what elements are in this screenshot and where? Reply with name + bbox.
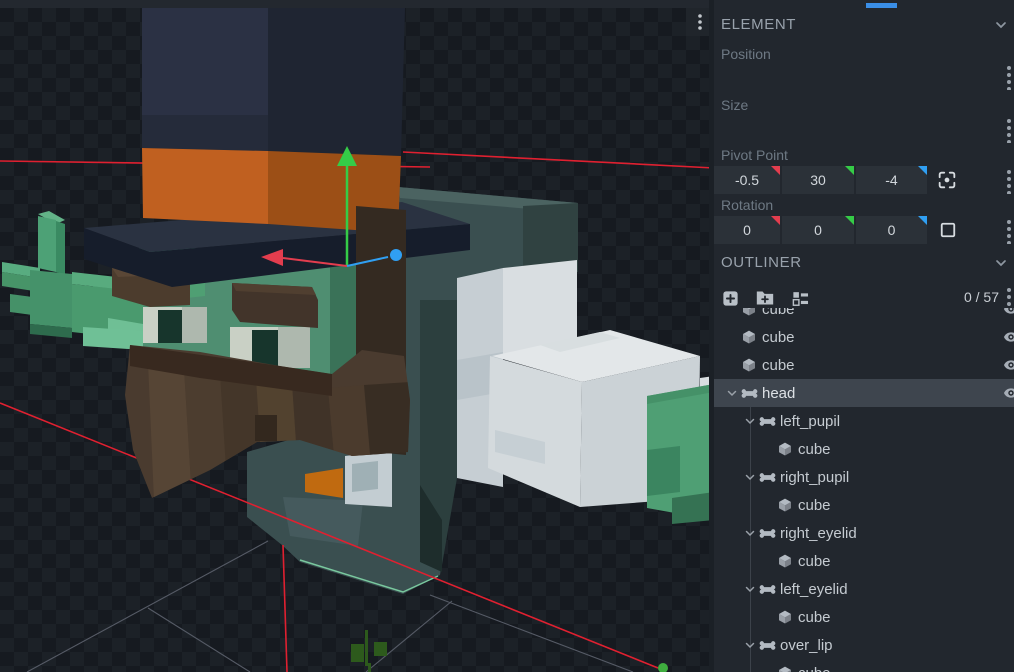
- chevron-down-icon[interactable]: [993, 17, 1009, 33]
- add-cube-icon: [721, 289, 740, 308]
- outliner-row-label: cube: [798, 441, 831, 458]
- cube-icon: [740, 308, 758, 318]
- pivot-point-label: Pivot Point: [721, 147, 788, 163]
- cube-icon: [776, 608, 794, 626]
- chevron-down-icon[interactable]: [742, 581, 758, 597]
- outliner-section-title: OUTLINER: [721, 254, 802, 271]
- visibility-eye-icon[interactable]: [1003, 308, 1014, 317]
- outliner-tree: cube cube: [714, 308, 1014, 672]
- outliner-row-label: over_lip: [780, 637, 833, 654]
- size-slider-handle[interactable]: [1005, 117, 1013, 143]
- center-pivot-button[interactable]: [934, 167, 960, 193]
- outliner-row-label: cube: [762, 329, 795, 346]
- outliner-row-cube-0[interactable]: cube: [714, 308, 1014, 323]
- bone-icon: [758, 412, 776, 430]
- pivot-x-field[interactable]: -0.5: [714, 166, 780, 194]
- position-slider-handle[interactable]: [1005, 64, 1013, 90]
- rotation-mode-button[interactable]: [935, 217, 961, 243]
- cube-icon: [740, 356, 758, 374]
- outliner-section-header[interactable]: OUTLINER: [714, 252, 1014, 276]
- chevron-down-icon[interactable]: [993, 255, 1009, 271]
- position-label: Position: [721, 46, 771, 62]
- app-window: ELEMENT Position Size Pivot Point -0.5 3…: [0, 0, 1014, 672]
- viewport-scene: [0, 0, 714, 672]
- pivot-y-field[interactable]: 30: [782, 166, 854, 194]
- model-top-hat: [84, 8, 470, 287]
- outliner-row-label: left_eyelid: [780, 581, 848, 598]
- visibility-eye-icon[interactable]: [1003, 329, 1014, 345]
- add-group-button[interactable]: [753, 286, 777, 310]
- rotation-label: Rotation: [721, 197, 773, 213]
- right-sidebar: ELEMENT Position Size Pivot Point -0.5 3…: [714, 0, 1014, 672]
- frustum-corner-marker: [351, 630, 668, 672]
- gizmo-z-axis-handle[interactable]: [390, 249, 402, 261]
- bone-icon: [740, 384, 758, 402]
- outliner-row-cube-5[interactable]: cube: [714, 435, 1014, 463]
- add-cube-button[interactable]: [718, 286, 742, 310]
- viewport-top-strip: [0, 0, 714, 8]
- square-outline-icon: [938, 220, 958, 240]
- pivot-point-row: -0.5 30 -4: [714, 166, 1014, 194]
- cube-icon: [776, 664, 794, 672]
- kebab-menu-icon: [693, 12, 707, 32]
- outliner-row-left_pupil-4[interactable]: left_pupil: [714, 407, 1014, 435]
- cube-icon: [776, 496, 794, 514]
- outliner-row-label: cube: [798, 497, 831, 514]
- outliner-row-label: right_pupil: [780, 469, 849, 486]
- rotation-y-field[interactable]: 0: [782, 216, 854, 244]
- cube-icon: [776, 552, 794, 570]
- rotation-x-field[interactable]: 0: [714, 216, 780, 244]
- element-section-header[interactable]: ELEMENT: [714, 14, 1014, 38]
- outliner-row-cube-7[interactable]: cube: [714, 491, 1014, 519]
- outliner-row-cube-9[interactable]: cube: [714, 547, 1014, 575]
- outliner-row-left_eyelid-10[interactable]: left_eyelid: [714, 575, 1014, 603]
- pivot-slider-handle[interactable]: [1005, 168, 1013, 194]
- outliner-row-head-3[interactable]: head: [714, 379, 1014, 407]
- outliner-row-cube-13[interactable]: cube: [714, 659, 1014, 672]
- sidebar-tab-indicator[interactable]: [866, 3, 897, 8]
- outliner-handle[interactable]: [1005, 286, 1013, 308]
- outliner-row-label: head: [762, 385, 795, 402]
- visibility-eye-icon[interactable]: [1003, 357, 1014, 373]
- pivot-z-field[interactable]: -4: [856, 166, 927, 194]
- outliner-row-right_pupil-6[interactable]: right_pupil: [714, 463, 1014, 491]
- chevron-down-icon[interactable]: [724, 385, 740, 401]
- viewport-3d[interactable]: [0, 0, 714, 672]
- outliner-row-over_lip-12[interactable]: over_lip: [714, 631, 1014, 659]
- selection-counter: 0 / 57: [964, 289, 999, 305]
- outliner-row-cube-11[interactable]: cube: [714, 603, 1014, 631]
- visibility-eye-icon[interactable]: [1003, 385, 1014, 401]
- focus-crosshair-icon: [936, 169, 958, 191]
- size-label: Size: [721, 97, 748, 113]
- outliner-row-label: cube: [762, 308, 795, 318]
- outliner-row-cube-1[interactable]: cube: [714, 323, 1014, 351]
- chevron-down-icon[interactable]: [742, 469, 758, 485]
- outliner-row-cube-2[interactable]: cube: [714, 351, 1014, 379]
- chevron-down-icon[interactable]: [742, 413, 758, 429]
- outliner-row-label: right_eyelid: [780, 525, 857, 542]
- list-layout-icon: [791, 289, 810, 308]
- rotation-z-field[interactable]: 0: [856, 216, 927, 244]
- outliner-row-label: cube: [798, 553, 831, 570]
- outliner-toolbar: 0 / 57: [714, 286, 1014, 310]
- element-section-title: ELEMENT: [721, 16, 796, 33]
- outliner-row-label: cube: [798, 609, 831, 626]
- bone-icon: [758, 468, 776, 486]
- model-right-arm: [457, 260, 714, 524]
- bone-icon: [758, 524, 776, 542]
- outliner-row-label: cube: [762, 357, 795, 374]
- add-folder-icon: [755, 289, 775, 307]
- outliner-row-right_eyelid-8[interactable]: right_eyelid: [714, 519, 1014, 547]
- cube-icon: [740, 328, 758, 346]
- rotation-slider-handle[interactable]: [1005, 218, 1013, 244]
- bone-icon: [758, 636, 776, 654]
- outliner-row-label: left_pupil: [780, 413, 840, 430]
- outliner-row-label: cube: [798, 665, 831, 672]
- rotation-row: 0 0 0: [714, 216, 1014, 244]
- chevron-down-icon[interactable]: [742, 637, 758, 653]
- chevron-down-icon[interactable]: [742, 525, 758, 541]
- toggle-view-button[interactable]: [788, 286, 812, 310]
- bone-icon: [758, 580, 776, 598]
- cube-icon: [776, 440, 794, 458]
